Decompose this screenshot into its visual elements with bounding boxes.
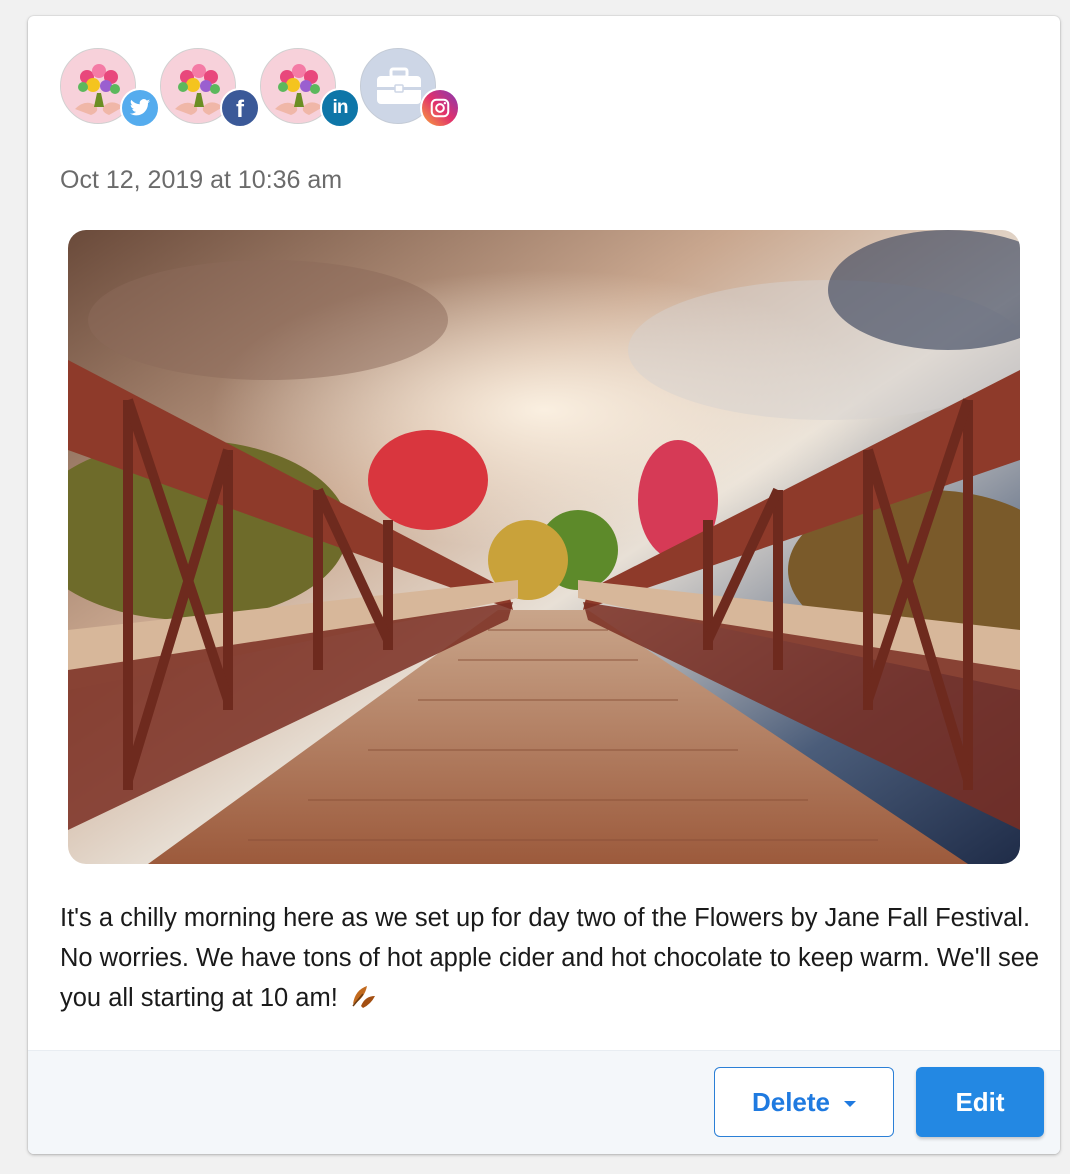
fallen-leaf-icon [349, 982, 377, 1022]
instagram-icon [420, 88, 460, 128]
delete-button-label: Delete [751, 1086, 831, 1117]
post-actions-bar: Delete Edit [28, 1050, 1060, 1154]
delete-button[interactable]: Delete [714, 1067, 894, 1137]
post-timestamp: Oct 12, 2019 at 10:36 am [60, 166, 343, 194]
post-card: f in Oct 12, 2019 at 10:36 am It's a chi… [28, 16, 1060, 1154]
facebook-icon: f [220, 88, 260, 128]
post-text: It's a chilly morning here as we set up … [60, 898, 1040, 1022]
social-accounts: f in [60, 48, 480, 128]
twitter-icon [120, 88, 160, 128]
post-image[interactable] [68, 230, 1020, 864]
autumn-wooden-bridge-photo [68, 230, 1020, 864]
edit-button[interactable]: Edit [916, 1067, 1044, 1137]
edit-button-label: Edit [955, 1086, 1005, 1117]
linkedin-icon: in [320, 88, 360, 128]
post-body: It's a chilly morning here as we set up … [60, 904, 1040, 1012]
caret-down-icon [844, 1100, 857, 1107]
